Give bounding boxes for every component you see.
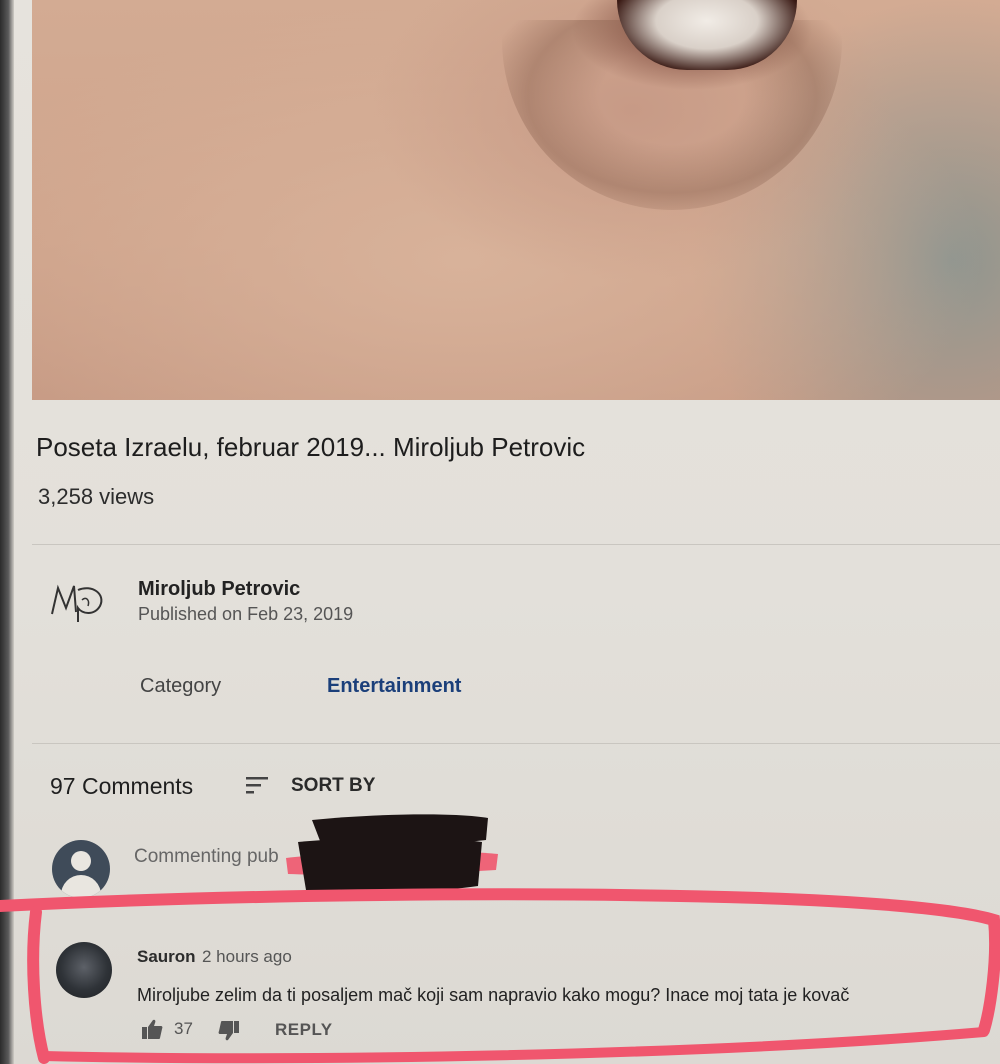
category-label: Category (140, 675, 222, 697)
thumbs-up-icon[interactable] (141, 1018, 163, 1040)
video-title: Poseta Izraelu, februar 2019... Miroljub… (36, 432, 586, 462)
comment-text: Miroljube zelim da ti posaljem mač koji … (137, 985, 850, 1005)
comments-count: 97 Comments (50, 773, 194, 799)
sort-by-button[interactable]: SORT BY (291, 775, 375, 797)
reply-button[interactable]: REPLY (275, 1020, 333, 1040)
comment-author[interactable]: Sauron (137, 947, 196, 967)
comment-input[interactable]: Commenting pub (134, 846, 279, 868)
like-count: 37 (174, 1019, 193, 1038)
channel-name[interactable]: Miroljub Petrovic (138, 578, 300, 601)
avatar-head (71, 851, 91, 871)
avatar-icon (52, 840, 110, 898)
view-count: 3,258 views (38, 484, 155, 509)
redaction-scribble (286, 814, 498, 894)
commenter-avatar[interactable] (56, 942, 112, 998)
screen: Poseta Izraelu, februar 2019... Miroljub… (0, 0, 1000, 1064)
category-link[interactable]: Entertainment (327, 675, 461, 698)
monitor-bezel (0, 0, 14, 1064)
divider (32, 544, 1000, 545)
video-player[interactable] (32, 0, 1000, 400)
thumbs-down-icon[interactable] (218, 1020, 240, 1042)
divider (32, 743, 1000, 744)
comment-timestamp[interactable]: 2 hours ago (202, 947, 292, 967)
avatar-body (61, 875, 101, 898)
publish-date: Published on Feb 23, 2019 (138, 604, 354, 624)
sort-icon[interactable] (244, 774, 270, 796)
channel-logo[interactable] (48, 578, 110, 626)
